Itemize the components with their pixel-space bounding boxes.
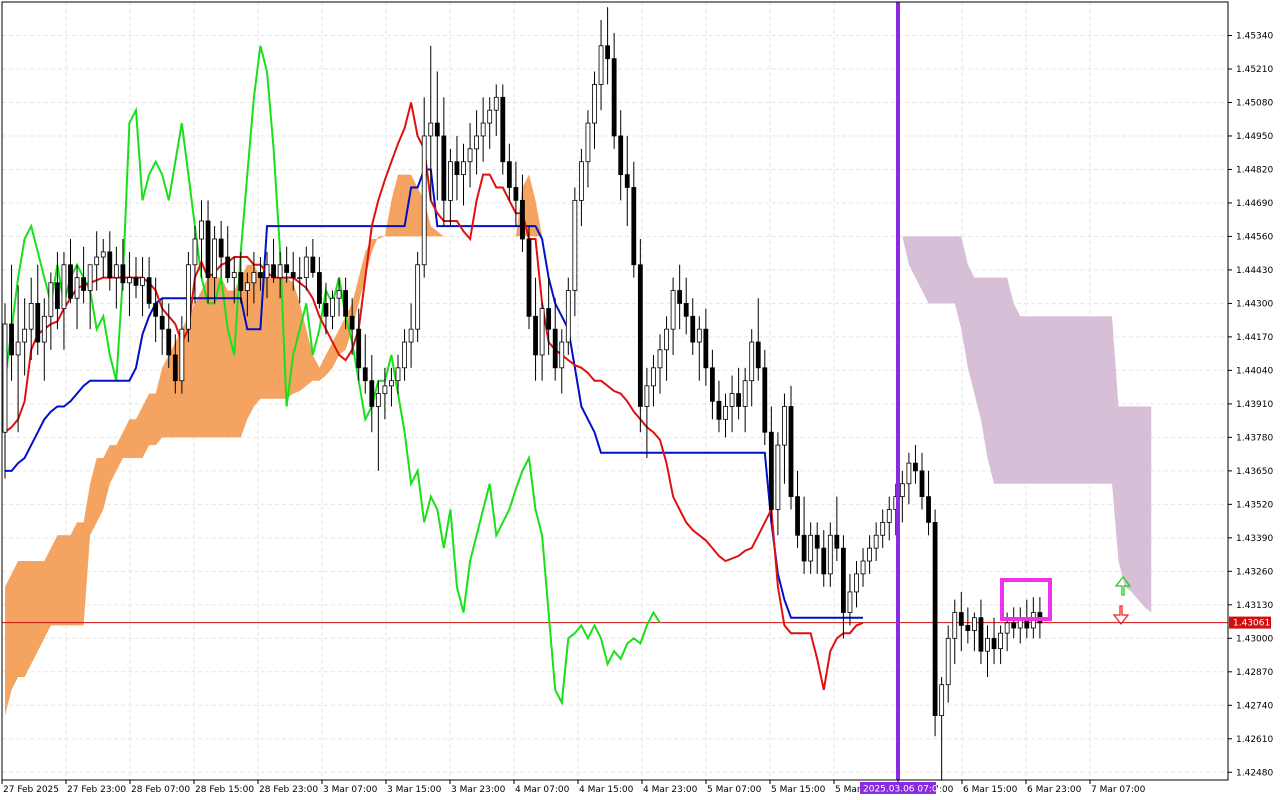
x-tick-label: 28 Feb 15:00 [195, 785, 254, 795]
current-price-tag: 1.43061 [1229, 616, 1271, 629]
y-tick-label: 1.43520 [1236, 500, 1273, 510]
x-tick-label: 28 Feb 23:00 [259, 785, 318, 795]
y-tick-label: 1.43000 [1236, 634, 1273, 644]
y-tick-label: 1.44040 [1236, 366, 1273, 376]
x-tick-label: 4 Mar 23:00 [643, 785, 698, 795]
y-tick-label: 1.44170 [1236, 333, 1273, 343]
x-tick-label: 4 Mar 07:00 [515, 785, 570, 795]
y-tick-label: 1.45080 [1236, 98, 1273, 108]
y-tick-label: 1.44430 [1236, 266, 1273, 276]
time-marker-tag: 2025.03.06 07:00 [860, 782, 944, 795]
x-tick-label: 6 Mar 23:00 [1027, 785, 1082, 795]
y-tick-label: 1.43650 [1236, 467, 1273, 477]
y-tick-label: 1.44690 [1236, 199, 1273, 209]
candlestick[interactable] [637, 239, 643, 433]
y-tick-label: 1.43130 [1236, 601, 1273, 611]
y-tick-label: 1.42610 [1236, 735, 1273, 745]
x-tick-label: 6 Mar 15:00 [963, 785, 1018, 795]
y-tick-label: 1.43780 [1236, 433, 1273, 443]
current-price-label: 1.43061 [1233, 619, 1270, 629]
y-tick-label: 1.44300 [1236, 299, 1273, 309]
y-tick-label: 1.45210 [1236, 65, 1273, 75]
y-tick-label: 1.43260 [1236, 567, 1273, 577]
x-tick-label: 7 Mar 07:00 [1091, 785, 1146, 795]
candlestick[interactable] [526, 226, 532, 330]
y-tick-label: 1.44950 [1236, 132, 1273, 142]
candlestick[interactable] [500, 84, 506, 175]
x-tick-label: 3 Mar 23:00 [451, 785, 506, 795]
candlestick[interactable] [415, 251, 421, 343]
time-marker-label: 2025.03.06 07:00 [863, 785, 944, 795]
y-tick-label: 1.44820 [1236, 165, 1273, 175]
y-tick-label: 1.42480 [1236, 768, 1273, 778]
y-tick-label: 1.42740 [1236, 701, 1273, 711]
x-tick-label: 5 Mar 07:00 [707, 785, 762, 795]
x-tick-label: 4 Mar 15:00 [579, 785, 634, 795]
y-tick-label: 1.42870 [1236, 668, 1273, 678]
x-tick-label: 28 Feb 07:00 [131, 785, 190, 795]
y-tick-label: 1.43390 [1236, 534, 1273, 544]
ichimoku-chart[interactable]: 1.45340 1.45210 1.45080 1.44950 1.44820 1.446… [0, 0, 1280, 800]
y-tick-label: 1.43910 [1236, 400, 1273, 410]
x-tick-label: 3 Mar 15:00 [387, 785, 442, 795]
candlestick[interactable] [185, 251, 191, 343]
x-tick-label: 27 Feb 2025 [3, 785, 59, 795]
x-tick-label: 3 Mar 07:00 [323, 785, 378, 795]
y-tick-label: 1.44560 [1236, 232, 1273, 242]
candlestick[interactable] [932, 509, 938, 737]
y-tick-label: 1.45340 [1236, 31, 1273, 41]
x-tick-label: 5 Mar 15:00 [771, 785, 826, 795]
x-tick-label: 27 Feb 23:00 [67, 785, 126, 795]
